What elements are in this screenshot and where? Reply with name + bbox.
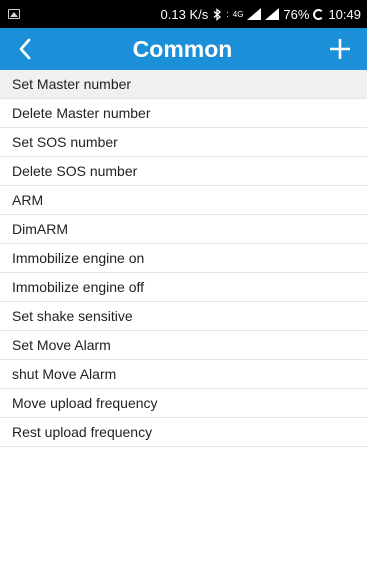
list-item-label: shut Move Alarm	[12, 366, 117, 382]
list-item-set-shake-sensitive[interactable]: Set shake sensitive	[0, 302, 367, 331]
list-item-delete-master-number[interactable]: Delete Master number	[0, 99, 367, 128]
list-item-label: Set shake sensitive	[12, 308, 133, 324]
list-item-label: DimARM	[12, 221, 68, 237]
image-notification-icon	[8, 9, 20, 19]
page-title: Common	[132, 35, 233, 62]
list-item-rest-upload-frequency[interactable]: Rest upload frequency	[0, 418, 367, 447]
list-item-immobilize-engine-off[interactable]: Immobilize engine off	[0, 273, 367, 302]
list-item-label: ARM	[12, 192, 44, 208]
command-list: Set Master number Delete Master number S…	[0, 70, 367, 447]
list-item-label: Immobilize engine off	[12, 279, 145, 295]
add-button[interactable]	[325, 31, 355, 67]
list-item-label: Set Master number	[12, 76, 132, 92]
list-item-set-master-number[interactable]: Set Master number	[0, 70, 367, 99]
chevron-left-icon	[19, 38, 31, 60]
network-type: 4G	[232, 9, 244, 19]
list-item-move-upload-frequency[interactable]: Move upload frequency	[0, 389, 367, 418]
status-bar: 0.13 K/s : 4G 76% 10:49	[0, 0, 367, 28]
net-speed: 0.13 K/s	[160, 6, 209, 22]
list-item-immobilize-engine-on[interactable]: Immobilize engine on	[0, 244, 367, 273]
list-item-label: Immobilize engine on	[12, 250, 145, 266]
list-item-label: Move upload frequency	[12, 395, 158, 411]
clock: 10:49	[328, 6, 361, 22]
list-item-label: Set SOS number	[12, 134, 118, 150]
list-item-set-move-alarm[interactable]: Set Move Alarm	[0, 331, 367, 360]
list-item-delete-sos-number[interactable]: Delete SOS number	[0, 157, 367, 186]
signal-icon	[247, 8, 262, 20]
app-header: Common	[0, 28, 367, 70]
plus-icon	[330, 39, 350, 59]
signal-icon-2	[265, 8, 280, 20]
list-item-shut-move-alarm[interactable]: shut Move Alarm	[0, 360, 367, 389]
battery-percent: 76%	[283, 6, 310, 22]
list-item-label: Delete SOS number	[12, 163, 138, 179]
back-button[interactable]	[10, 31, 40, 67]
list-item-label: Rest upload frequency	[12, 424, 153, 440]
list-item-label: Delete Master number	[12, 105, 151, 121]
list-item-arm[interactable]: ARM	[0, 186, 367, 215]
list-item-set-sos-number[interactable]: Set SOS number	[0, 128, 367, 157]
bluetooth-icon	[213, 7, 222, 21]
battery-loading-icon	[313, 8, 325, 20]
list-item-dimarm[interactable]: DimARM	[0, 215, 367, 244]
list-item-label: Set Move Alarm	[12, 337, 111, 353]
